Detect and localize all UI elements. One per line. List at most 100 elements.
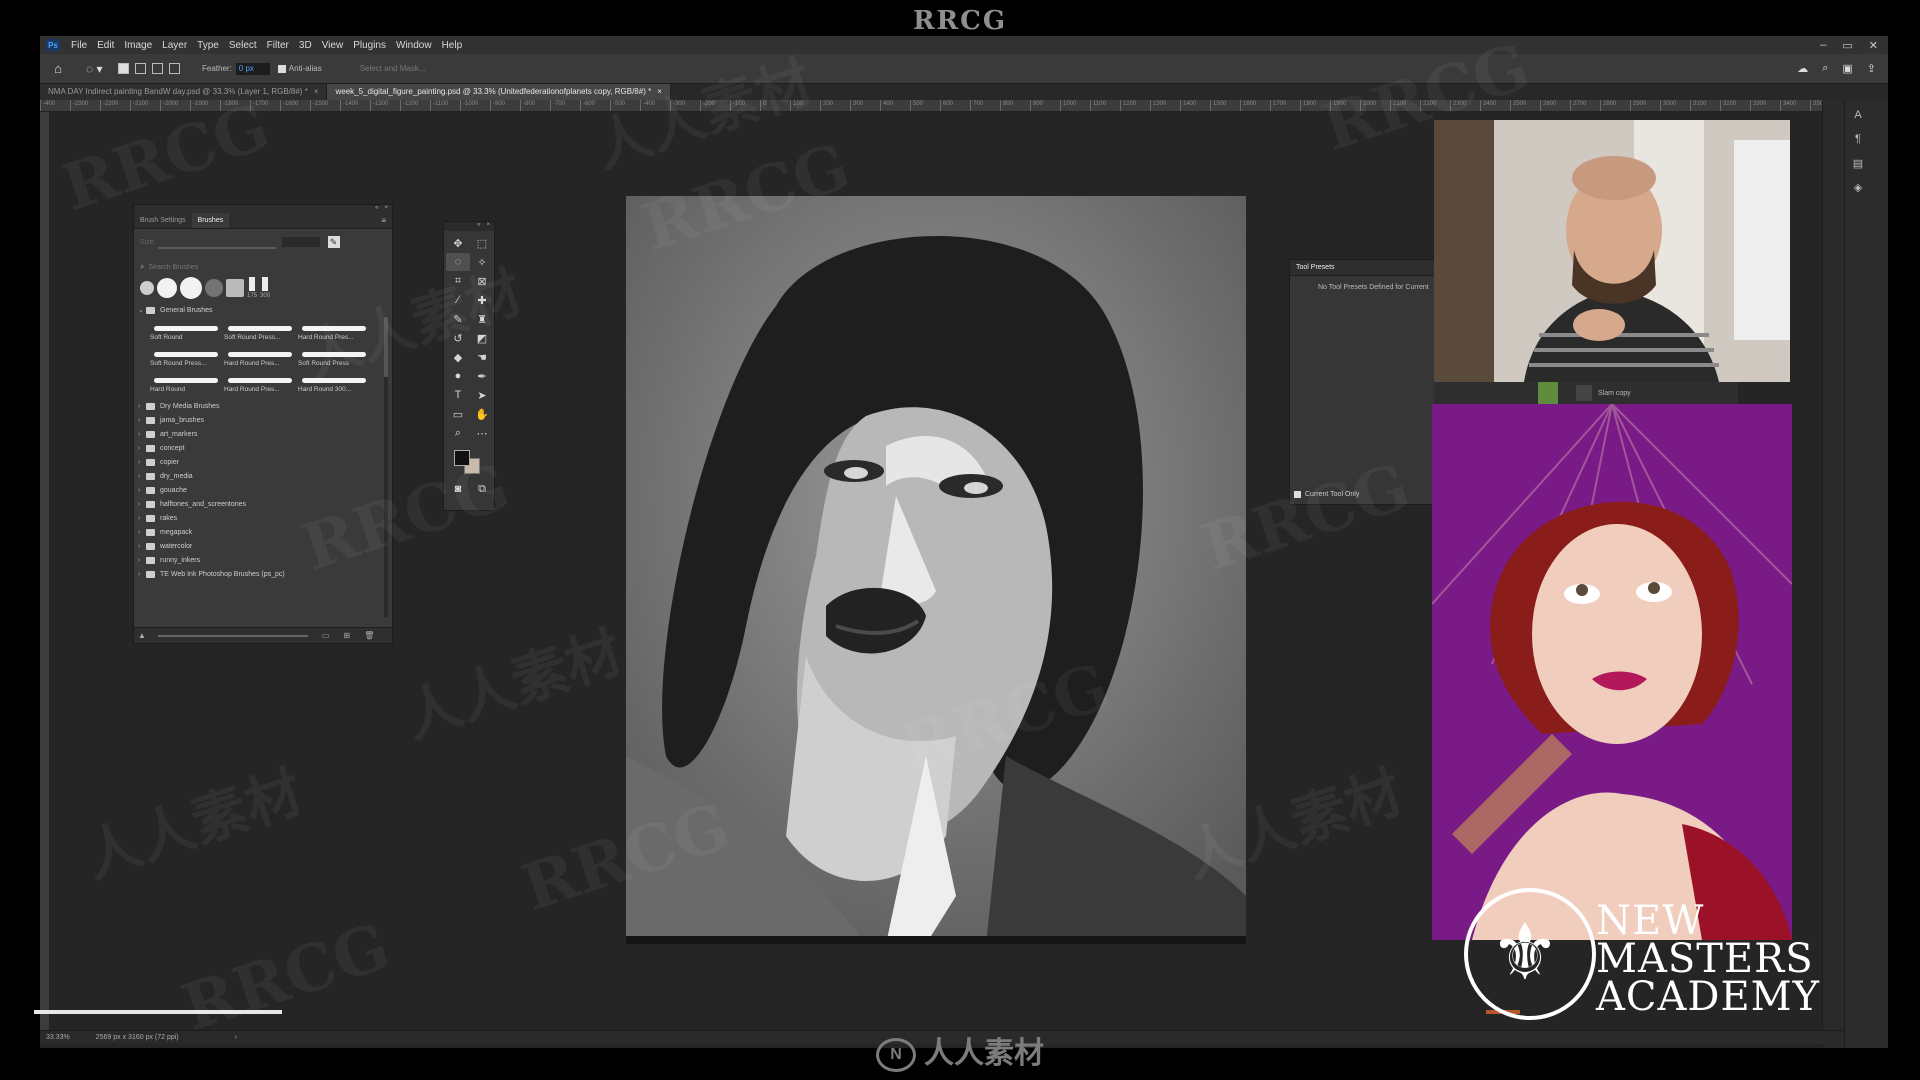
eyedropper-icon[interactable]: ⁄ (446, 291, 470, 309)
brush-group[interactable]: › Dry Media Brushes (138, 399, 388, 413)
brush-item[interactable]: Hard Round Pres... (224, 343, 296, 369)
collapse-icon[interactable]: « (477, 222, 480, 231)
brush-group[interactable]: › copier (138, 455, 388, 469)
close-tab-icon[interactable]: × (657, 87, 662, 96)
menu-select[interactable]: Select (224, 40, 262, 51)
brush-item[interactable]: Soft Round Press... (224, 317, 296, 343)
brush-item[interactable]: Hard Round Pres... (298, 317, 370, 343)
rectangle-tool-icon[interactable]: ▭ (446, 405, 470, 423)
new-group-icon[interactable]: ▭ (322, 631, 330, 640)
tab-brush-settings[interactable]: Brush Settings (134, 213, 192, 228)
brush-group[interactable]: › jama_brushes (138, 413, 388, 427)
new-brush-icon[interactable]: ⊞ (343, 631, 350, 640)
menu-filter[interactable]: Filter (262, 40, 294, 51)
screen-mode-icon[interactable]: ⧉ (470, 480, 494, 498)
recent-brush[interactable]: 175 (247, 277, 257, 299)
menu-window[interactable]: Window (391, 40, 437, 51)
brush-group[interactable]: › rakes (138, 511, 388, 525)
delete-icon[interactable]: 🗑 (364, 631, 374, 640)
workspace-icon[interactable]: ▣ (1842, 62, 1852, 75)
brush-preview-icon[interactable]: ▲ (138, 631, 146, 640)
menu-image[interactable]: Image (119, 40, 157, 51)
smudge-icon[interactable]: ☚ (470, 348, 494, 366)
brush-group[interactable]: › watercolor (138, 539, 388, 553)
eraser-icon[interactable]: ◩ (470, 329, 494, 347)
quick-mask-icon[interactable]: ◙ (446, 480, 470, 498)
intersect-selection-icon[interactable] (169, 63, 180, 74)
close-tab-icon[interactable]: × (314, 87, 319, 96)
recent-brush[interactable] (140, 281, 154, 295)
brush-item[interactable]: Soft Round Press (298, 343, 370, 369)
brush-item[interactable]: Hard Round Pres... (224, 369, 296, 395)
menu-edit[interactable]: Edit (92, 40, 119, 51)
recent-brush[interactable] (205, 279, 223, 297)
scrollbar[interactable] (384, 317, 388, 617)
brush-group[interactable]: › halftones_and_screentones (138, 497, 388, 511)
search-icon[interactable]: ⌕ (1822, 62, 1828, 75)
magic-wand-icon[interactable]: ✧ (470, 253, 494, 271)
character-panel-icon[interactable]: A (1849, 106, 1867, 124)
path-select-icon[interactable]: ➤ (470, 386, 494, 404)
type-tool-icon[interactable]: T (446, 386, 470, 404)
panel-close-icon[interactable]: × (486, 222, 490, 231)
menu-layer[interactable]: Layer (157, 40, 192, 51)
tab-brushes[interactable]: Brushes (191, 213, 230, 228)
menu-file[interactable]: File (66, 40, 92, 51)
clone-stamp-icon[interactable]: ♜ (470, 310, 494, 328)
paragraph-panel-icon[interactable]: ¶ (1849, 130, 1867, 148)
share-icon[interactable]: ⇪ (1867, 62, 1876, 75)
select-and-mask-button[interactable]: Select and Mask... (352, 62, 434, 75)
brush-group[interactable]: › megapack (138, 525, 388, 539)
healing-brush-icon[interactable]: ✚ (470, 291, 494, 309)
minimize-icon[interactable]: – (1820, 39, 1826, 52)
recent-brush[interactable] (180, 277, 202, 299)
maximize-icon[interactable]: ▭ (1842, 39, 1852, 52)
panel-close-icon[interactable]: × (384, 205, 388, 213)
brush-item[interactable]: Hard Round (150, 369, 222, 395)
brush-group[interactable]: › dry_media (138, 469, 388, 483)
menu-view[interactable]: View (317, 40, 349, 51)
brush-group[interactable]: › art_markers (138, 427, 388, 441)
menu-plugins[interactable]: Plugins (348, 40, 391, 51)
libraries-icon[interactable]: ▤ (1849, 154, 1867, 172)
pen-tool-icon[interactable]: ✒ (470, 367, 494, 385)
brush-group[interactable]: › runny_inkers (138, 553, 388, 567)
brush-group-general[interactable]: ⌄ General Brushes (138, 303, 388, 317)
panel-menu-icon[interactable]: ≡ (381, 216, 386, 225)
document-tab[interactable]: NMA DAY Indirect painting BandW day.psd … (40, 84, 328, 100)
brush-group[interactable]: › TE Web Ink Photoshop Brushes (ps_pc) (138, 567, 388, 581)
recent-brush[interactable] (157, 278, 177, 298)
feather-input[interactable]: 0 px (235, 62, 270, 75)
3d-panel-icon[interactable]: ◈ (1849, 178, 1867, 196)
brush-group[interactable]: › concept (138, 441, 388, 455)
brush-item[interactable]: Soft Round Press... (150, 343, 222, 369)
add-selection-icon[interactable] (135, 63, 146, 74)
antialias-checkbox[interactable] (277, 64, 286, 73)
paint-bucket-icon[interactable]: ◆ (446, 348, 470, 366)
dodge-icon[interactable]: ● (446, 367, 470, 385)
hand-tool-icon[interactable]: ✋ (470, 405, 494, 423)
marquee-tool-icon[interactable]: ⬚ (470, 234, 494, 252)
color-swatches[interactable] (452, 446, 494, 480)
recent-brush[interactable] (226, 279, 244, 297)
history-brush-icon[interactable]: ↺ (446, 329, 470, 347)
subtract-selection-icon[interactable] (152, 63, 163, 74)
new-selection-icon[interactable] (118, 63, 129, 74)
more-tools-icon[interactable]: ⋯ (470, 424, 494, 442)
brush-group[interactable]: › gouache (138, 483, 388, 497)
brush-edit-icon[interactable]: ✎ (327, 236, 340, 248)
menu-type[interactable]: Type (192, 40, 224, 51)
size-input[interactable] (281, 237, 320, 247)
current-tool-only-checkbox[interactable] (1294, 491, 1301, 498)
brush-item[interactable]: Soft Round (150, 317, 222, 343)
thumbnail-size-slider[interactable] (157, 634, 308, 637)
menu-help[interactable]: Help (437, 40, 468, 51)
document-canvas[interactable] (626, 196, 1246, 944)
collapse-icon[interactable]: « (375, 205, 378, 213)
size-slider[interactable] (157, 247, 276, 249)
menu-3d[interactable]: 3D (294, 40, 317, 51)
recent-brush[interactable]: 300 (260, 277, 270, 299)
brush-item[interactable]: Hard Round 300... (298, 369, 370, 395)
lasso-tool-icon[interactable]: ◌ (446, 253, 470, 271)
document-tab-active[interactable]: week_5_digital_figure_painting.psd @ 33.… (327, 84, 671, 100)
